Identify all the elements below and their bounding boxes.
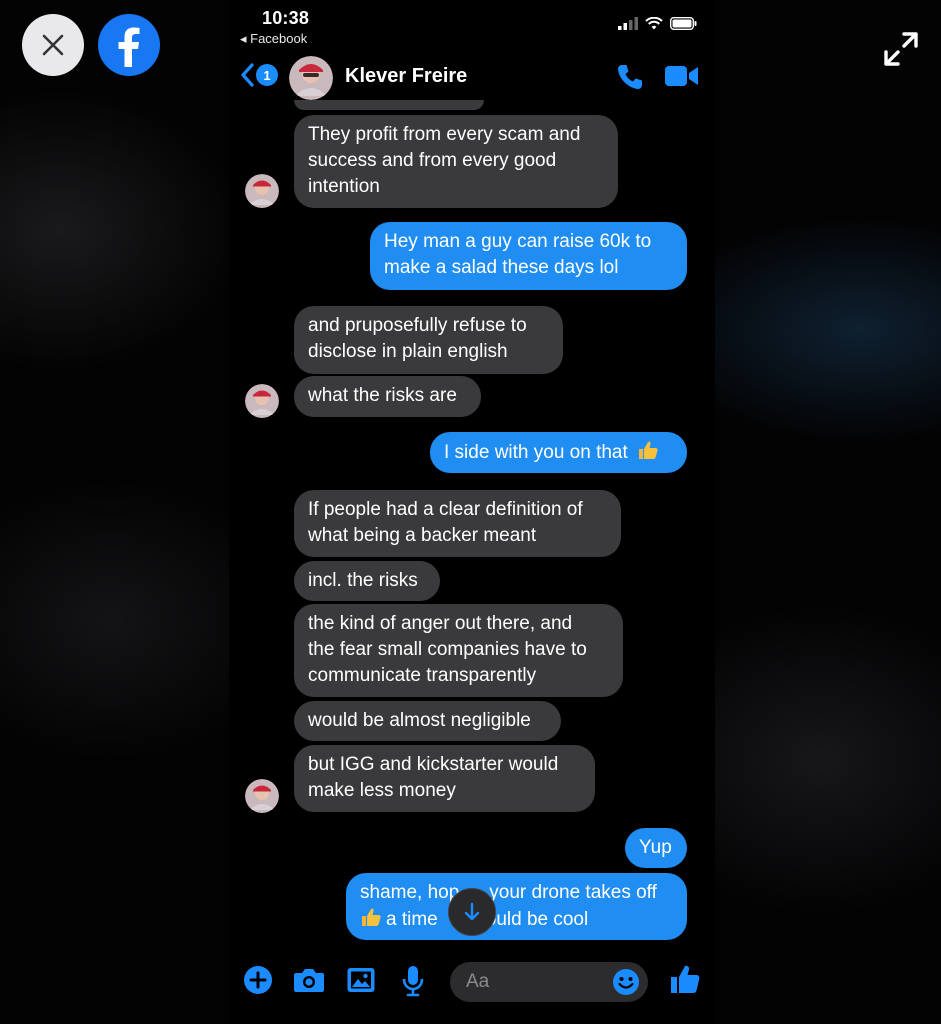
message-text: incl. the risks: [308, 570, 418, 591]
message-text: If people had a clear definition of what…: [308, 499, 583, 546]
message-bubble-outgoing[interactable]: I side with you on that: [430, 432, 687, 473]
message-text: a time: [386, 909, 438, 930]
battery-icon: [670, 17, 697, 30]
thumbs-up-emoji-icon: [639, 441, 658, 459]
messenger-screen: 10:38 ◂ Facebook 1 Klever Freire They pr…: [229, 0, 715, 1024]
message-input-box[interactable]: [450, 962, 648, 1002]
plus-circle-icon[interactable]: [243, 965, 273, 995]
message-bubble-incoming[interactable]: incl. the risks: [294, 561, 440, 601]
message-text: Yup: [639, 837, 672, 858]
message-input[interactable]: [466, 971, 606, 993]
sender-avatar: [245, 779, 279, 813]
message-bubble-incoming[interactable]: They profit from every scam and success …: [294, 115, 618, 208]
wifi-icon: [645, 17, 663, 30]
expand-arrows-icon: [884, 32, 918, 66]
message-text: the kind of anger out there, and the fea…: [308, 613, 587, 686]
chat-header: 1 Klever Freire: [229, 54, 715, 100]
message-text: your drone takes off: [489, 882, 657, 903]
message-text: I side with you on that: [444, 442, 628, 463]
like-thumbs-up-icon[interactable]: [669, 963, 701, 995]
message-text: ould be cool: [485, 909, 589, 930]
chevron-left-icon: [241, 63, 254, 87]
message-text: would be almost negligible: [308, 710, 531, 731]
back-button[interactable]: 1: [240, 63, 278, 87]
video-camera-icon[interactable]: [665, 64, 699, 88]
message-bubble-incoming[interactable]: would be almost negligible: [294, 701, 561, 741]
arrow-down-icon: [464, 902, 480, 921]
back-to-app-link[interactable]: ◂ Facebook: [240, 31, 307, 47]
signal-icon: [618, 17, 638, 30]
close-icon: [42, 34, 64, 56]
message-bubble-outgoing[interactable]: Yup: [625, 828, 687, 868]
message-text: but IGG and kickstarter would make less …: [308, 754, 559, 801]
composer-bar: [229, 955, 715, 1010]
expand-button[interactable]: [878, 26, 924, 72]
phone-icon[interactable]: [615, 62, 645, 92]
sender-avatar: [245, 174, 279, 208]
message-thread[interactable]: They profit from every scam and success …: [229, 100, 715, 955]
message-bubble-incoming[interactable]: If people had a clear definition of what…: [294, 490, 621, 557]
status-time: 10:38: [262, 8, 310, 28]
message-bubble-outgoing[interactable]: Hey man a guy can raise 60k to make a sa…: [370, 222, 687, 290]
close-button[interactable]: [22, 14, 84, 76]
sender-avatar: [245, 384, 279, 418]
message-line: a time ould be cool: [360, 906, 673, 933]
status-bar: 10:38 ◂ Facebook: [229, 0, 715, 52]
contact-name[interactable]: Klever Freire: [345, 65, 467, 88]
message-bubble-partial: [294, 100, 484, 110]
microphone-icon[interactable]: [401, 965, 425, 997]
message-text: They profit from every scam and success …: [308, 124, 581, 197]
facebook-icon: [118, 27, 140, 67]
emoji-icon[interactable]: [612, 968, 640, 996]
contact-avatar[interactable]: [289, 56, 333, 100]
message-line: shame, hop your drone takes off: [360, 880, 673, 906]
message-bubble-incoming[interactable]: and pruposefully refuse to disclose in p…: [294, 306, 563, 374]
unread-badge: 1: [256, 64, 278, 86]
message-bubble-incoming[interactable]: but IGG and kickstarter would make less …: [294, 745, 595, 812]
message-bubble-incoming[interactable]: the kind of anger out there, and the fea…: [294, 604, 623, 697]
status-icons: [618, 17, 697, 30]
photo-gallery-icon[interactable]: [346, 965, 376, 995]
message-text: Hey man a guy can raise 60k to make a sa…: [384, 231, 652, 278]
message-text: shame, hop: [360, 882, 460, 903]
message-bubble-incoming[interactable]: what the risks are: [294, 376, 481, 417]
facebook-logo[interactable]: [98, 14, 160, 76]
scroll-to-bottom-button[interactable]: [448, 888, 496, 936]
camera-icon[interactable]: [293, 965, 325, 995]
thumbs-up-emoji-icon: [362, 908, 381, 926]
message-text: what the risks are: [308, 385, 457, 406]
message-text: and pruposefully refuse to disclose in p…: [308, 315, 527, 362]
message-bubble-outgoing[interactable]: shame, hop your drone takes off a time oul…: [346, 873, 687, 940]
